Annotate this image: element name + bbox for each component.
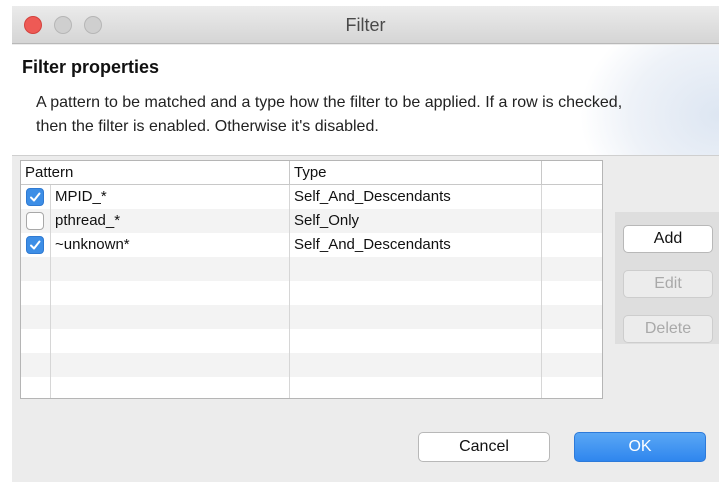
type-cell: Self_And_Descendants — [294, 188, 451, 205]
column-divider — [541, 185, 542, 398]
column-header-extra — [541, 161, 602, 185]
enable-checkbox[interactable] — [26, 236, 44, 254]
delete-button[interactable]: Delete — [623, 315, 713, 343]
header-title: Filter properties — [22, 57, 160, 77]
column-divider — [50, 185, 51, 398]
header-banner: Filter properties A pattern to be matche… — [12, 45, 719, 156]
type-cell: Self_Only — [294, 212, 360, 229]
cancel-button[interactable]: Cancel — [418, 432, 550, 462]
window-title: Filter — [345, 15, 386, 35]
checkmark-icon — [30, 240, 41, 250]
table-header: Pattern Type — [21, 161, 602, 185]
add-button[interactable]: Add — [623, 225, 713, 253]
edit-button[interactable]: Edit — [623, 270, 713, 298]
empty-table-row — [21, 281, 602, 305]
empty-table-row — [21, 257, 602, 281]
empty-table-row — [21, 305, 602, 329]
enable-checkbox[interactable] — [26, 212, 44, 230]
filter-dialog: Filter Filter properties A pattern to be… — [12, 6, 719, 482]
column-header-type[interactable]: Type — [289, 161, 541, 185]
table-row[interactable]: ~unknown* Self_And_Descendants — [21, 233, 602, 257]
enable-checkbox[interactable] — [26, 188, 44, 206]
pattern-cell: pthread_* — [55, 212, 121, 229]
header-description: A pattern to be matched and a type how t… — [36, 94, 623, 135]
side-button-panel: Add Edit Delete — [615, 212, 719, 344]
title-bar: Filter — [12, 6, 719, 44]
pattern-cell: MPID_* — [55, 188, 107, 205]
table-row[interactable]: MPID_* Self_And_Descendants — [21, 185, 602, 209]
empty-table-row — [21, 377, 602, 398]
ok-button[interactable]: OK — [574, 432, 706, 462]
table-row[interactable]: pthread_* Self_Only — [21, 209, 602, 233]
empty-table-row — [21, 353, 602, 377]
checkmark-icon — [30, 192, 41, 202]
column-divider — [289, 185, 290, 398]
column-header-pattern[interactable]: Pattern — [21, 161, 289, 185]
empty-table-row — [21, 329, 602, 353]
type-cell: Self_And_Descendants — [294, 236, 451, 253]
pattern-cell: ~unknown* — [55, 236, 130, 253]
filter-table: Pattern Type MPID_* Self_And_Descendants p… — [20, 160, 603, 399]
